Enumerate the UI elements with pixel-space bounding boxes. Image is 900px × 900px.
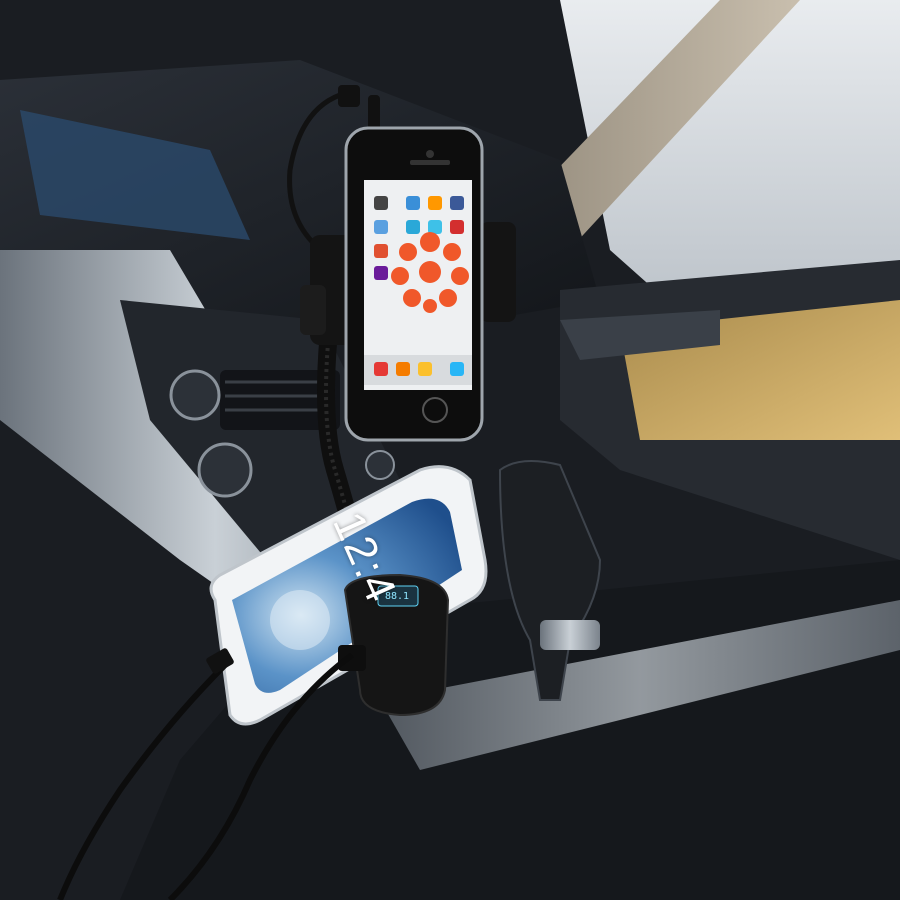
home-button-icon bbox=[422, 397, 448, 423]
gear-shifter-collar bbox=[540, 620, 600, 650]
knob-icon bbox=[365, 450, 395, 480]
knob-icon bbox=[197, 442, 253, 498]
iphone-icon bbox=[344, 126, 484, 442]
fm-frequency-readout: 88.1 bbox=[384, 591, 410, 602]
knob-icon bbox=[169, 369, 221, 421]
car-interior-scene bbox=[0, 0, 900, 900]
cradle-right-arm bbox=[480, 222, 516, 322]
car-mount-product-photo: 12:4 88.1 bbox=[0, 0, 900, 900]
